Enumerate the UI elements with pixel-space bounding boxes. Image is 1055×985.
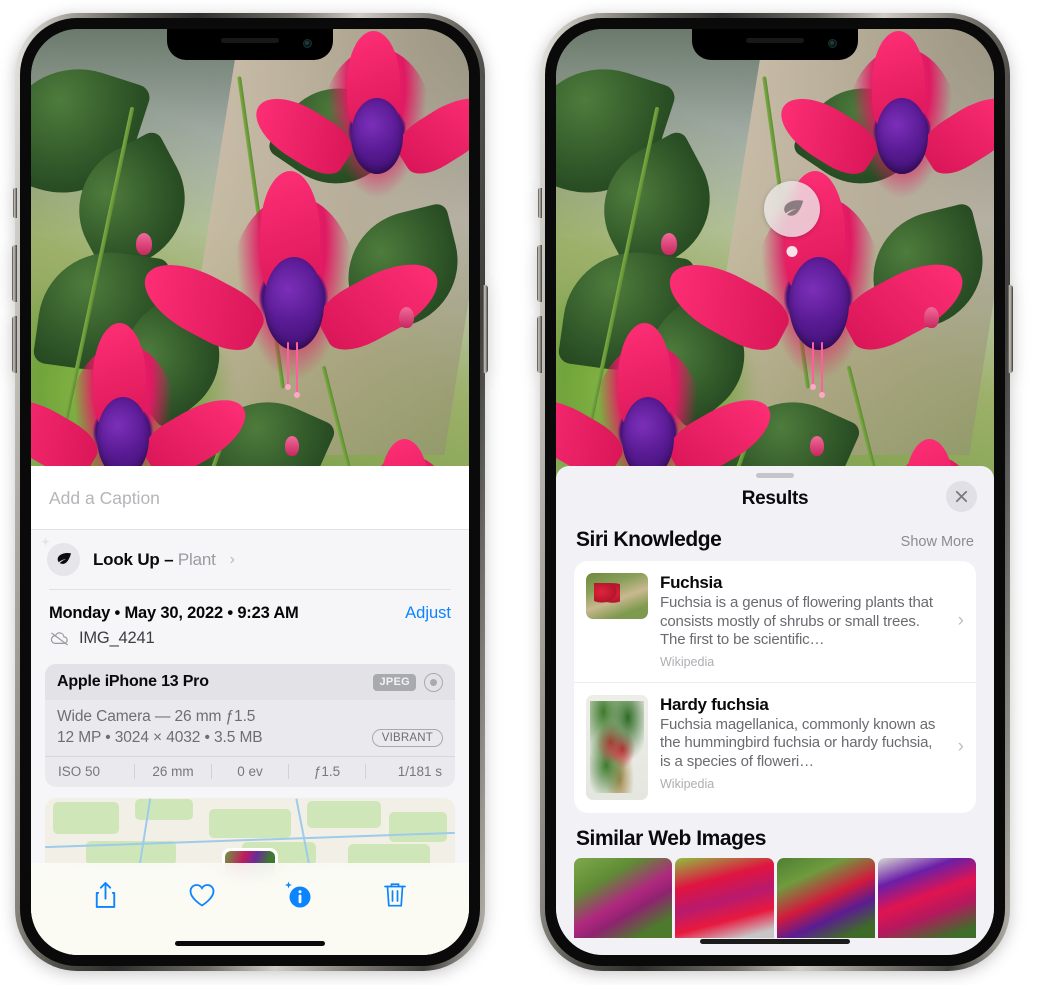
home-indicator — [700, 939, 850, 944]
results-header: Results — [556, 478, 994, 524]
result-thumbnail — [586, 573, 648, 619]
result-source: Wikipedia — [660, 776, 715, 791]
volume-down-button[interactable] — [12, 316, 17, 373]
camera-model: Apple iPhone 13 Pro — [57, 673, 209, 691]
photo-date: Monday • May 30, 2022 • 9:23 AM — [49, 603, 299, 622]
info-button[interactable] — [278, 875, 318, 915]
exif-focal: 26 mm — [152, 763, 194, 779]
chevron-right-icon: › — [957, 609, 964, 631]
mute-switch[interactable] — [13, 188, 17, 218]
chevron-right-icon: › — [957, 736, 964, 758]
date-row: Monday • May 30, 2022 • 9:23 AM Adjust — [31, 589, 469, 625]
lens-info: Wide Camera — 26 mm ƒ1.5 — [57, 707, 256, 725]
volume-up-button[interactable] — [12, 245, 17, 302]
delete-button[interactable] — [375, 875, 415, 915]
leaf-chip — [41, 537, 80, 576]
front-camera-icon — [828, 39, 837, 48]
section-title-similar-web-images: Similar Web Images — [576, 826, 766, 850]
power-button[interactable] — [483, 285, 488, 373]
earpiece-speaker — [746, 38, 804, 43]
web-image-thumbnail[interactable] — [574, 857, 673, 938]
iphone-left: Add a Caption Look Up – Plant › Monday •… — [12, 13, 488, 971]
volume-up-button[interactable] — [537, 245, 542, 302]
lookup-block: Look Up – Plant › Monday • May 30, 2022 … — [31, 530, 469, 878]
similar-web-images-header: Similar Web Images — [556, 813, 994, 858]
show-more-button[interactable]: Show More — [901, 534, 974, 550]
image-specs: 12 MP • 3024 × 4032 • 3.5 MB — [57, 728, 263, 746]
siri-knowledge-header: Siri Knowledge Show More — [556, 524, 994, 561]
close-button[interactable] — [946, 481, 977, 512]
sparkle-icon — [41, 537, 50, 546]
exif-aperture: ƒ1.5 — [313, 763, 341, 779]
web-image-thumbnail[interactable] — [675, 857, 774, 938]
web-image-thumbnail[interactable] — [877, 857, 976, 938]
screen-left: Add a Caption Look Up – Plant › Monday •… — [31, 29, 469, 955]
earpiece-speaker — [221, 38, 279, 43]
section-title-siri-knowledge: Siri Knowledge — [576, 528, 722, 551]
exif-shutter: 1/181 s — [397, 763, 442, 779]
visual-lookup-badge[interactable] — [764, 181, 820, 257]
hdr-circle-icon — [424, 672, 443, 692]
device-bezel: Results Siri Knowledge Show More Fuchsia… — [545, 18, 1005, 966]
camera-info-card[interactable]: Apple iPhone 13 Pro JPEG Wide Camera — 2… — [45, 663, 455, 787]
leaf-icon — [57, 552, 72, 564]
camera-card-header: Apple iPhone 13 Pro JPEG — [45, 663, 455, 700]
result-source: Wikipedia — [660, 654, 715, 669]
badge-pointer-dot — [786, 246, 798, 257]
power-button[interactable] — [1008, 285, 1013, 373]
web-image-thumbnail[interactable] — [776, 857, 875, 938]
results-sheet: Results Siri Knowledge Show More Fuchsia… — [556, 466, 994, 955]
adjust-button[interactable]: Adjust — [405, 604, 451, 623]
list-item[interactable]: Fuchsia Fuchsia is a genus of flowering … — [574, 561, 976, 682]
photo-info-sheet: Add a Caption Look Up – Plant › Monday •… — [31, 466, 469, 955]
look-up-title: Look Up – — [93, 549, 174, 569]
siri-knowledge-card: Fuchsia Fuchsia is a genus of flowering … — [574, 561, 976, 813]
result-title: Hardy fuchsia — [660, 694, 769, 714]
notch — [167, 29, 333, 60]
caption-input[interactable]: Add a Caption — [31, 466, 469, 530]
home-indicator — [175, 941, 325, 946]
camera-card-body: Wide Camera — 26 mm ƒ1.5 12 MP • 3024 × … — [45, 700, 455, 756]
leaf-icon — [783, 199, 803, 216]
format-badge: JPEG — [373, 673, 416, 691]
similar-web-images-strip[interactable] — [556, 857, 994, 938]
list-item[interactable]: Hardy fuchsia Fuchsia magellanica, commo… — [574, 681, 976, 813]
exif-exposure: 0 ev — [237, 763, 263, 779]
volume-down-button[interactable] — [537, 316, 542, 373]
device-bezel: Add a Caption Look Up – Plant › Monday •… — [20, 18, 480, 966]
exif-iso: ISO 50 — [58, 763, 101, 779]
look-up-label: Look Up – Plant — [93, 550, 216, 570]
file-name: IMG_4241 — [79, 628, 155, 647]
look-up-row[interactable]: Look Up – Plant › — [31, 530, 469, 589]
screen-right: Results Siri Knowledge Show More Fuchsia… — [556, 29, 994, 955]
cloud-slash-icon — [50, 631, 68, 646]
style-badge: VIBRANT — [371, 728, 443, 747]
close-icon — [955, 490, 968, 503]
results-title: Results — [741, 488, 809, 509]
result-title: Fuchsia — [660, 573, 723, 592]
exif-row: ISO 50 26 mm 0 ev ƒ1.5 1/181 s — [45, 755, 455, 787]
front-camera-icon — [303, 39, 312, 48]
result-thumbnail — [586, 694, 648, 800]
favorite-button[interactable] — [182, 875, 222, 915]
file-row: IMG_4241 — [31, 624, 469, 662]
share-button[interactable] — [85, 875, 125, 915]
screenshot-stage: Add a Caption Look Up – Plant › Monday •… — [0, 0, 1055, 985]
mute-switch[interactable] — [538, 188, 542, 218]
notch — [692, 29, 858, 60]
look-up-subject: Plant — [177, 549, 216, 569]
iphone-right: Results Siri Knowledge Show More Fuchsia… — [537, 13, 1013, 971]
chevron-right-icon: › — [229, 550, 235, 568]
result-description: Fuchsia magellanica, commonly known as t… — [660, 715, 936, 770]
result-description: Fuchsia is a genus of flowering plants t… — [660, 594, 933, 649]
